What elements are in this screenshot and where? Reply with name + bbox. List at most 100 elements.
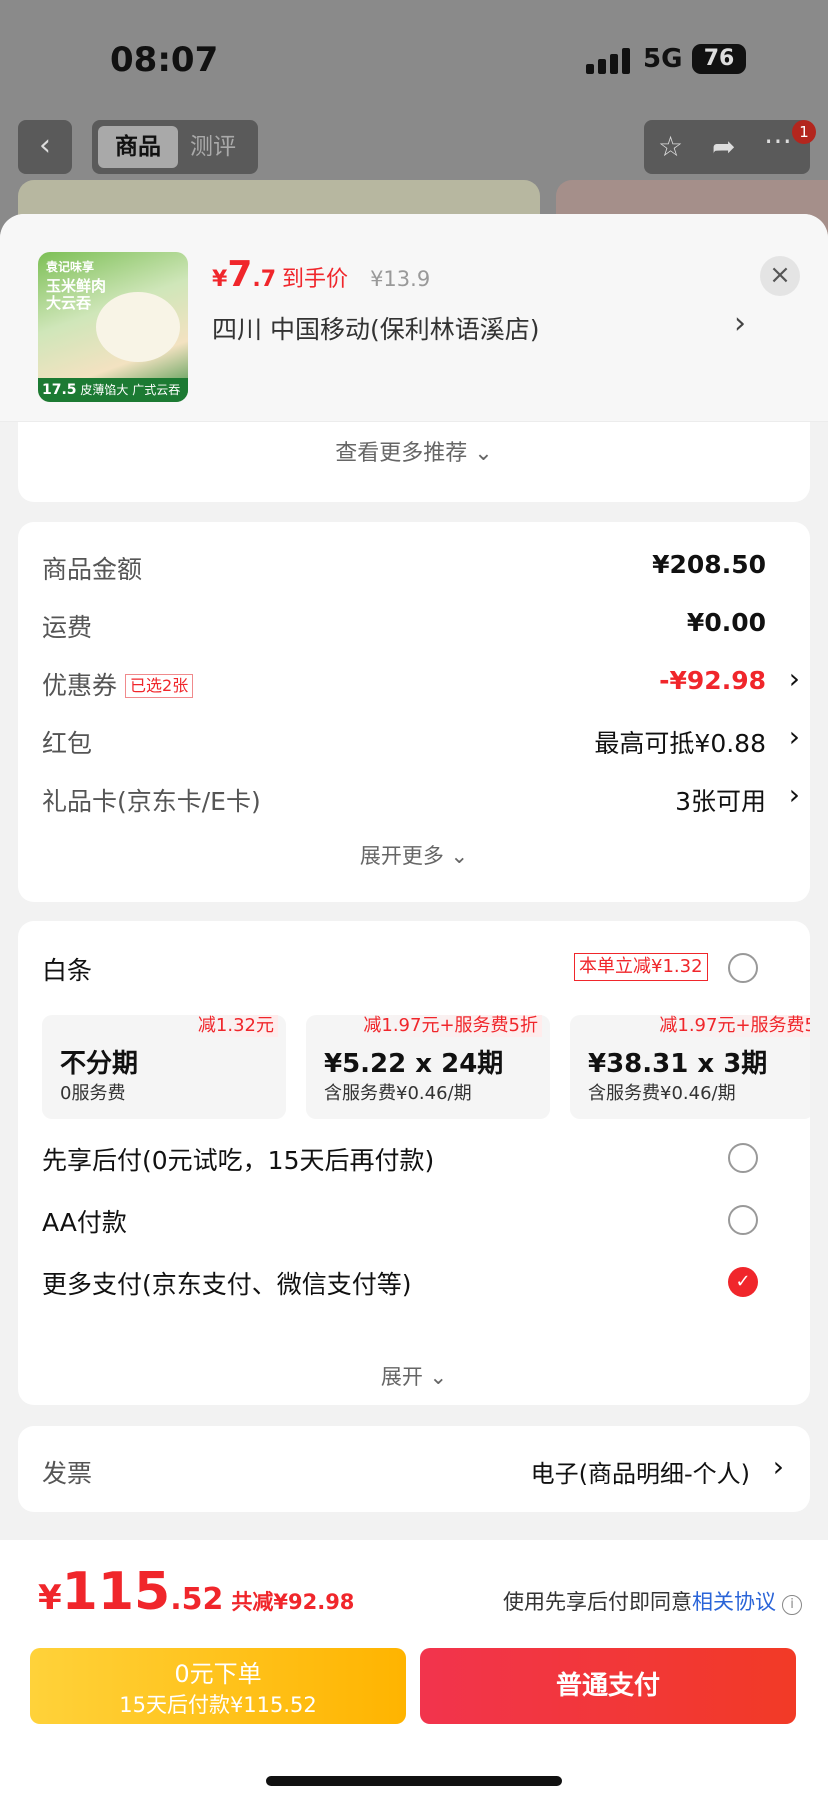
- aa-radio[interactable]: [728, 1205, 758, 1235]
- price-currency: ¥: [212, 267, 228, 292]
- invoice-value: 电子(商品明细-个人): [530, 1460, 750, 1488]
- thumb-price: 17.5: [42, 382, 77, 398]
- product-price: ¥7.7 到手价 ¥13.9: [212, 254, 431, 295]
- plan-option[interactable]: 减1.97元+服务费5 ¥38.31 x 3期 含服务费¥0.46/期: [570, 1015, 810, 1119]
- plan-discount: 减1.97元+服务费5: [655, 1015, 810, 1037]
- plan-option[interactable]: 减1.32元 不分期 0服务费: [42, 1015, 286, 1119]
- plan-sub: 0服务费: [60, 1083, 126, 1104]
- shipping-row: 运费 ¥0.00: [42, 606, 802, 646]
- agreement-prefix: 使用先享后付即同意: [503, 1590, 692, 1614]
- total-decimal: .52: [170, 1582, 224, 1617]
- baitiao-promo-badge: 本单立减¥1.32: [574, 953, 708, 981]
- star-icon[interactable]: ☆: [658, 130, 683, 163]
- chevron-right-icon[interactable]: ›: [789, 778, 800, 811]
- fee-card: 商品金额 ¥208.50 运费 ¥0.00 优惠券 已选2张 -¥92.98 › …: [18, 522, 810, 902]
- home-indicator: [266, 1776, 562, 1786]
- normal-pay-button[interactable]: 普通支付: [420, 1648, 796, 1724]
- plan-option[interactable]: 减1.97元+服务费5折 ¥5.22 x 24期 含服务费¥0.46/期: [306, 1015, 550, 1119]
- baitiao-label: 白条: [42, 956, 93, 985]
- baitiao-radio[interactable]: [728, 953, 758, 983]
- notification-badge: 1: [792, 120, 816, 144]
- plan-sub: 含服务费¥0.46/期: [324, 1083, 472, 1104]
- close-button[interactable]: ×: [760, 256, 800, 296]
- expand-more-label: 展开更多: [359, 844, 444, 868]
- thumb-bar: 17.5 皮薄馅大 广式云吞: [38, 378, 188, 402]
- product-summary: 袁记味享 玉米鲜肉大云吞 17.5 皮薄馅大 广式云吞 ¥7.7 到手价 ¥13.9…: [0, 214, 828, 422]
- signal-icon: [586, 48, 634, 74]
- bottom-bar: ¥115.52 共减¥92.98 使用先享后付即同意相关协议 i 0元下单 15天后…: [0, 1540, 828, 1800]
- bnpl-radio[interactable]: [728, 1143, 758, 1173]
- original-price: ¥13.9: [370, 267, 431, 291]
- bnpl-btn-line2: 15天后付款¥115.52: [119, 1693, 317, 1717]
- red-packet-row[interactable]: 红包 最高可抵¥0.88 ›: [42, 720, 802, 762]
- status-time: 08:07: [110, 40, 219, 80]
- plan-sub: 含服务费¥0.46/期: [588, 1083, 736, 1104]
- bnpl-option-label[interactable]: 先享后付(0元试吃，15天后再付款): [42, 1141, 434, 1177]
- plan-main: 不分期: [60, 1049, 139, 1079]
- payment-card: 白条 本单立减¥1.32 减1.32元 不分期 0服务费 减1.97元+服务费5…: [18, 921, 810, 1405]
- goods-amount-value: ¥208.50: [652, 550, 766, 579]
- chevron-down-icon: ⌄: [429, 1365, 448, 1389]
- price-integer: 7: [227, 254, 253, 295]
- goods-amount-label: 商品金额: [42, 555, 143, 584]
- price-decimal: .7: [252, 267, 277, 292]
- red-packet-value: 最高可抵¥0.88: [594, 729, 766, 758]
- status-bar: 08:07 5G 76: [0, 40, 828, 84]
- agreement-link[interactable]: 相关协议: [692, 1590, 776, 1614]
- bnpl-order-button[interactable]: 0元下单 15天后付款¥115.52: [30, 1648, 406, 1724]
- goods-amount-row: 商品金额 ¥208.50: [42, 548, 802, 588]
- store-name[interactable]: 四川 中国移动(保利林语溪店): [212, 310, 539, 346]
- coupon-value: -¥92.98: [659, 666, 766, 695]
- coupon-tag: 已选2张: [125, 674, 194, 698]
- checkout-sheet: 袁记味享 玉米鲜肉大云吞 17.5 皮薄馅大 广式云吞 ¥7.7 到手价 ¥13.9…: [0, 214, 828, 1800]
- bnpl-btn-line1: 0元下单: [174, 1660, 262, 1688]
- top-tools: ☆ ➦ ⋯: [644, 120, 810, 174]
- expand-payment-button[interactable]: 展开 ⌄: [18, 1361, 810, 1391]
- invoice-label: 发票: [42, 1459, 93, 1488]
- product-thumbnail[interactable]: 袁记味享 玉米鲜肉大云吞 17.5 皮薄馅大 广式云吞: [38, 252, 188, 402]
- product-tabs: 商品 测评: [92, 120, 258, 174]
- total-integer: 115: [61, 1562, 171, 1622]
- chevron-right-icon[interactable]: ›: [734, 306, 746, 341]
- more-payment-radio[interactable]: ✓: [728, 1267, 758, 1297]
- installment-plans: 减1.32元 不分期 0服务费 减1.97元+服务费5折 ¥5.22 x 24期…: [42, 1015, 810, 1125]
- share-icon[interactable]: ➦: [712, 130, 735, 163]
- thumb-tagline: 皮薄馅大 广式云吞: [80, 383, 181, 397]
- coupon-label-wrap: 优惠券 已选2张: [42, 666, 194, 702]
- shipping-label: 运费: [42, 613, 93, 642]
- gift-card-row[interactable]: 礼品卡(京东卡/E卡) 3张可用 ›: [42, 778, 802, 820]
- total-price: ¥115.52 共减¥92.98: [38, 1562, 354, 1622]
- invoice-row[interactable]: 发票 电子(商品明细-个人) ›: [18, 1426, 810, 1512]
- expand-payment-label: 展开: [380, 1365, 423, 1389]
- chevron-right-icon[interactable]: ›: [789, 662, 800, 695]
- network-label: 5G: [643, 44, 683, 74]
- info-icon[interactable]: i: [782, 1595, 802, 1615]
- more-recommend-link[interactable]: 查看更多推荐 ⌄: [18, 422, 810, 502]
- total-currency: ¥: [38, 1578, 62, 1618]
- dumpling-image: [96, 292, 180, 362]
- battery-icon: 76: [692, 44, 746, 74]
- plan-main: ¥38.31 x 3期: [588, 1049, 768, 1079]
- thumb-brand: 袁记味享: [46, 260, 95, 274]
- tab-product[interactable]: 商品: [98, 126, 178, 168]
- red-packet-label: 红包: [42, 729, 93, 758]
- coupon-row[interactable]: 优惠券 已选2张 -¥92.98 ›: [42, 662, 802, 704]
- plan-discount: 减1.32元: [193, 1015, 278, 1037]
- chevron-down-icon: ⌄: [474, 441, 493, 466]
- agreement-text: 使用先享后付即同意相关协议 i: [503, 1586, 802, 1616]
- expand-more-button[interactable]: 展开更多 ⌄: [18, 840, 810, 870]
- chevron-down-icon: ⌄: [450, 844, 469, 868]
- tab-review[interactable]: 测评: [190, 126, 250, 168]
- plan-discount: 减1.97元+服务费5折: [359, 1015, 542, 1037]
- price-label: 到手价: [282, 267, 349, 292]
- chevron-right-icon[interactable]: ›: [773, 1450, 784, 1483]
- more-icon[interactable]: ⋯: [764, 124, 792, 157]
- back-button[interactable]: ‹: [18, 120, 72, 174]
- aa-option-label[interactable]: AA付款: [42, 1203, 127, 1239]
- total-saved: 共减¥92.98: [231, 1590, 355, 1614]
- check-icon: ✓: [735, 1271, 751, 1292]
- plan-main: ¥5.22 x 24期: [324, 1049, 504, 1079]
- chevron-right-icon[interactable]: ›: [789, 720, 800, 753]
- more-recommend-label: 查看更多推荐: [335, 441, 468, 466]
- more-payment-label[interactable]: 更多支付(京东支付、微信支付等): [42, 1265, 412, 1301]
